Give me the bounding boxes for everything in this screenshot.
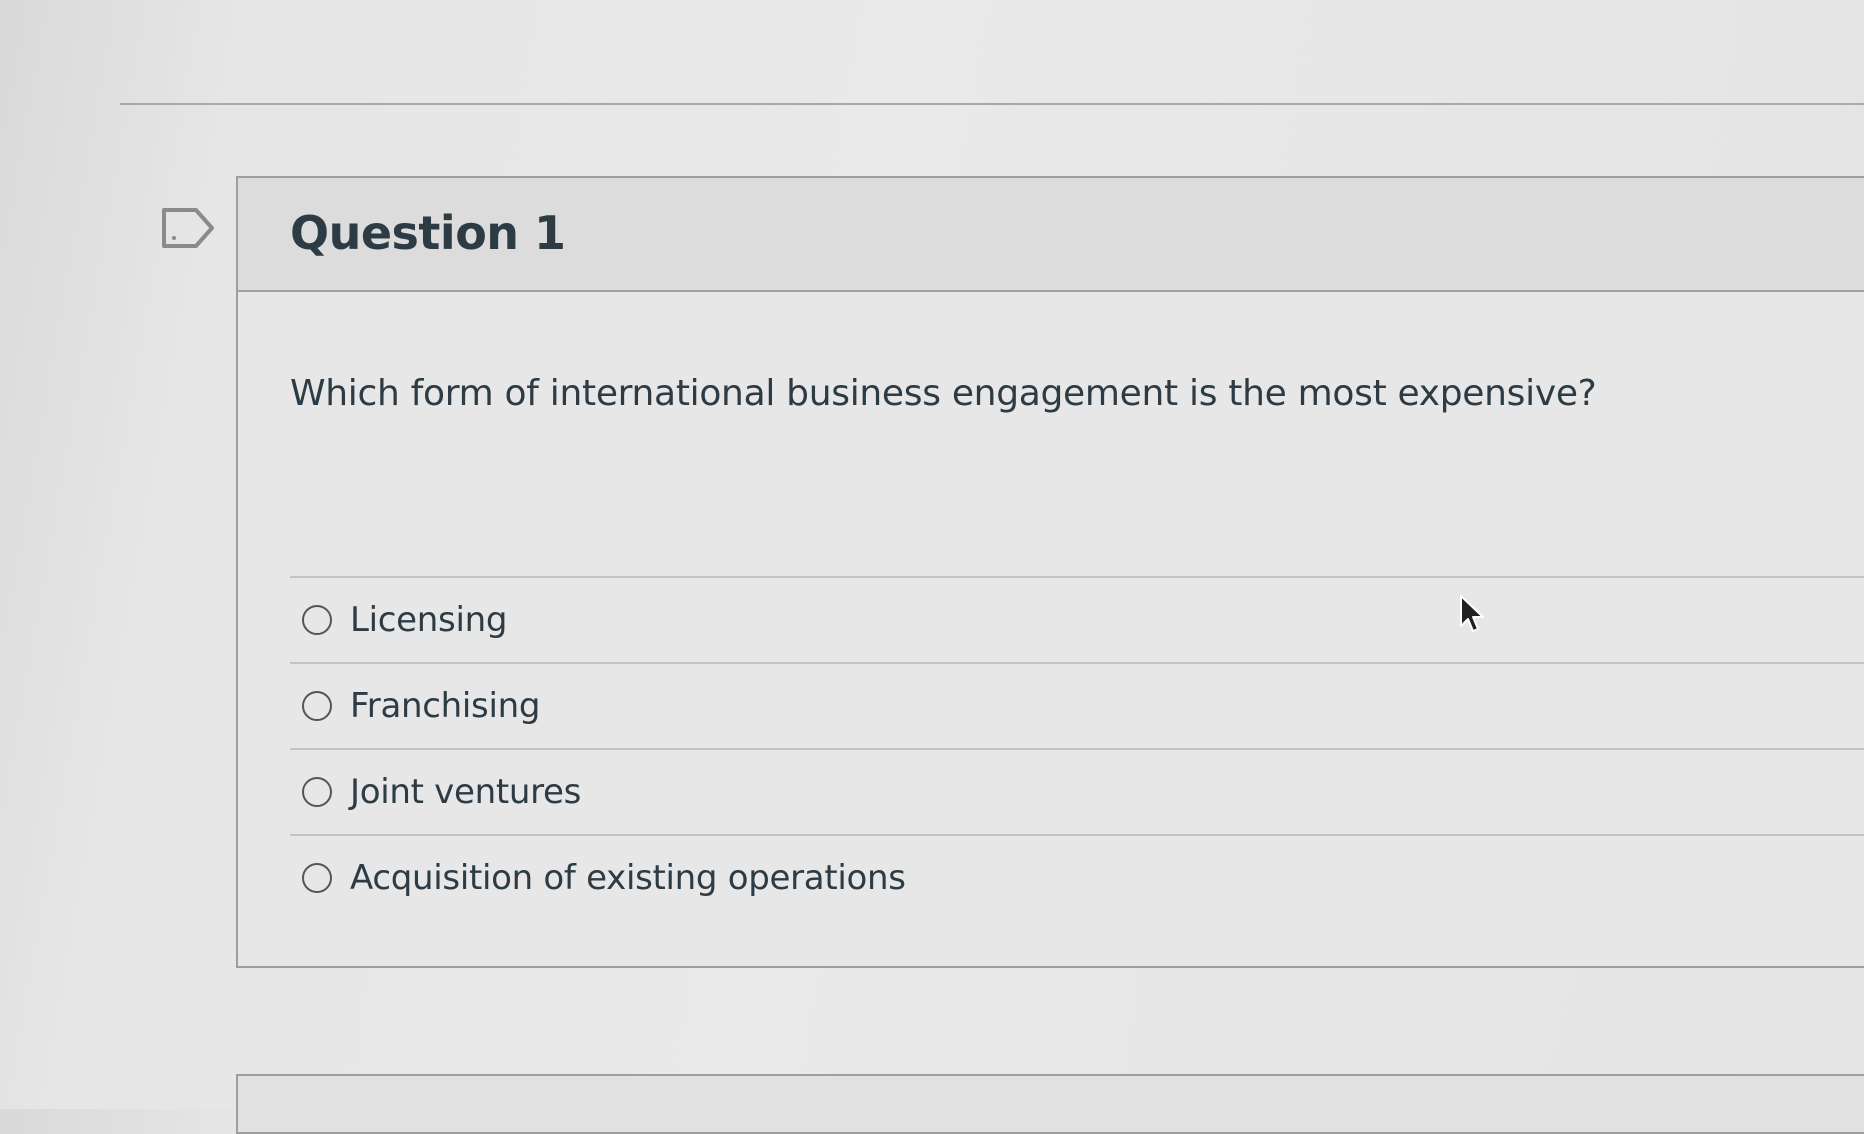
radio-button[interactable] (302, 691, 332, 721)
question-title: Question 1 (290, 206, 566, 260)
flag-question-icon[interactable] (160, 206, 216, 250)
radio-button[interactable] (302, 863, 332, 893)
next-question-card (236, 1074, 1864, 1134)
radio-button[interactable] (302, 777, 332, 807)
question-card: Question 1 Which form of international b… (236, 176, 1864, 968)
radio-button[interactable] (302, 605, 332, 635)
answer-option-franchising[interactable]: Franchising (290, 662, 1864, 748)
answer-option-joint-ventures[interactable]: Joint ventures (290, 748, 1864, 834)
answer-option-licensing[interactable]: Licensing (290, 576, 1864, 662)
answer-list: Licensing Franchising Joint ventures Acq… (290, 576, 1864, 920)
section-divider (120, 103, 1864, 105)
answer-label: Acquisition of existing operations (350, 858, 906, 898)
question-text: Which form of international business eng… (290, 373, 1597, 414)
answer-option-acquisition[interactable]: Acquisition of existing operations (290, 834, 1864, 920)
answer-label: Franchising (350, 686, 541, 726)
question-header: Question 1 (238, 178, 1864, 292)
answer-label: Licensing (350, 600, 508, 640)
answer-label: Joint ventures (350, 772, 582, 812)
mouse-pointer-icon (1458, 594, 1488, 638)
